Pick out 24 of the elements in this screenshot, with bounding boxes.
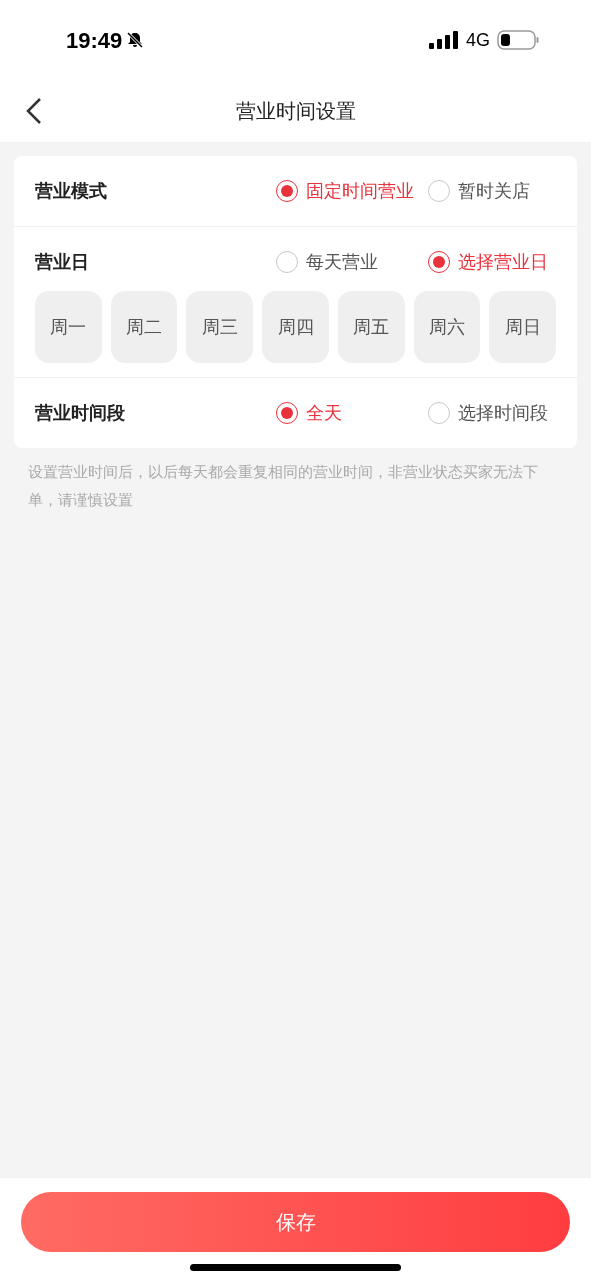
radio-option[interactable]: 固定时间营业	[276, 177, 428, 205]
radio-option[interactable]: 暂时关店	[428, 177, 577, 205]
day-chip[interactable]: 周六	[413, 291, 481, 363]
page-title: 营业时间设置	[235, 99, 356, 124]
day-chip[interactable]: 周四	[262, 291, 329, 363]
day-chip[interactable]: 周一	[35, 291, 102, 363]
signal-icon	[429, 31, 459, 49]
setting-label: 营业时间段	[35, 401, 126, 425]
status-time: 19:49	[66, 26, 123, 55]
radio-option[interactable]: 选择时间段	[428, 399, 577, 427]
day-chip[interactable]: 周二	[110, 291, 178, 363]
battery-icon	[497, 30, 539, 50]
day-chip[interactable]: 周日	[489, 291, 557, 363]
setting-label: 营业日	[35, 250, 90, 274]
day-chip[interactable]: 周三	[186, 291, 254, 363]
radio-option[interactable]: 选择营业日	[428, 248, 577, 276]
radio-option[interactable]: 全天	[276, 399, 428, 427]
radio-option[interactable]: 每天营业	[276, 248, 428, 276]
day-chip[interactable]: 周五	[337, 291, 405, 363]
setting-label: 营业模式	[35, 179, 108, 203]
bell-muted-icon	[126, 31, 145, 49]
network-label: 4G	[466, 28, 490, 52]
note-text: 设置营业时间后，以后每天都会重复相同的营业时间，非营业状态买家无法下单，请谨慎设置	[27, 462, 539, 510]
back-icon[interactable]	[25, 97, 43, 125]
